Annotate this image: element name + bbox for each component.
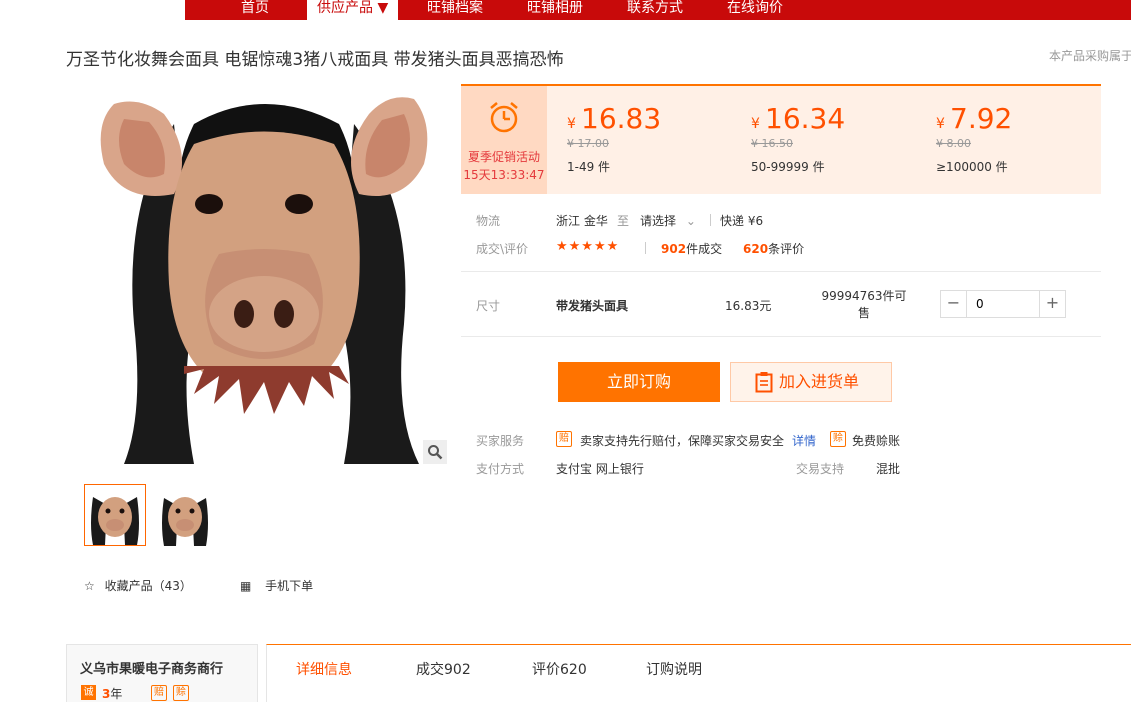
sku-stock: 99994763件可售 <box>821 289 907 320</box>
quantity-range: 1-49 件 <box>567 160 611 174</box>
tab-order-notes[interactable]: 订购说明 <box>646 659 702 679</box>
nav-shop-profile[interactable]: 旺铺档案 <box>427 0 483 17</box>
price-value: 16.83 <box>581 102 662 135</box>
logistics-origin: 浙江 金华 <box>556 214 608 228</box>
favorite-product[interactable]: ☆ 收藏产品（43） <box>84 577 192 594</box>
price-box: 夏季促销活动 15天13:33:47 ¥ 16.83 ¥ 17.00 1-49 … <box>461 84 1101 194</box>
original-price: ¥ 16.50 <box>751 137 793 150</box>
order-now-button[interactable]: 立即订购 <box>558 362 720 402</box>
star-outline-icon: ☆ <box>84 579 95 593</box>
deals-count[interactable]: 902件成交 <box>661 240 722 257</box>
shop-name[interactable]: 义乌市果暖电子商务商行 <box>80 658 223 677</box>
add-to-cart-button[interactable]: 加入进货单 <box>730 362 892 402</box>
chevron-down-icon: ⌄ <box>685 214 696 228</box>
deals-number: 902 <box>661 242 687 256</box>
payment-label: 支付方式 <box>476 462 525 476</box>
section-divider <box>461 336 1101 337</box>
quantity-stepper: − + <box>940 290 1066 318</box>
price-value: 7.92 <box>950 102 1013 135</box>
nav-shop-album[interactable]: 旺铺相册 <box>527 0 583 17</box>
alarm-clock-icon <box>490 102 518 133</box>
deals-suffix: 件成交 <box>686 242 723 256</box>
thumbnail-2[interactable] <box>154 484 216 546</box>
quantity-increase-button[interactable]: + <box>1039 291 1065 317</box>
qrcode-icon: ▦ <box>240 579 252 593</box>
product-title: 万圣节化妆舞会面具 电锯惊魂3猪八戒面具 带发猪头面具恶搞恐怖 <box>66 50 564 70</box>
size-label: 尺寸 <box>476 299 501 313</box>
credit-badge-icon: 赊 <box>173 685 189 701</box>
reviews-suffix: 条评价 <box>768 242 805 256</box>
currency-symbol: ¥ <box>936 116 945 132</box>
add-to-cart-label: 加入进货单 <box>779 372 860 391</box>
nav-contact[interactable]: 联系方式 <box>627 0 683 17</box>
compensation-badge-icon: 赔 <box>556 431 572 447</box>
integrity-badge-icon: 诚 <box>81 685 96 700</box>
zoom-button[interactable] <box>423 440 447 464</box>
detail-tabs: 详细信息 成交902 评价620 订购说明 <box>266 644 1131 702</box>
nav-products[interactable]: 供应产品 ▼ <box>307 0 399 23</box>
destination-label: 请选择 <box>640 214 677 228</box>
divider <box>645 242 646 254</box>
compensation-text: 卖家支持先行赔付，保障买家交易安全 <box>580 434 785 448</box>
quantity-input[interactable] <box>968 291 1038 317</box>
free-credit-text: 免费赊账 <box>852 434 901 448</box>
thumbnail-image <box>154 484 216 546</box>
quantity-range: 50-99999 件 <box>751 160 825 174</box>
shop-years-unit: 年 <box>110 687 123 701</box>
quantity-decrease-button[interactable]: − <box>941 291 967 317</box>
original-price: ¥ 17.00 <box>567 137 609 150</box>
rating-stars: ★★★★★ <box>556 239 620 254</box>
details-link[interactable]: 详情 <box>792 432 816 449</box>
clipboard-icon <box>755 372 773 393</box>
divider <box>710 214 711 226</box>
section-divider <box>461 271 1101 272</box>
sku-name: 带发猪头面具 <box>556 299 629 313</box>
thumbnail-image <box>85 485 145 545</box>
currency-symbol: ¥ <box>567 116 576 132</box>
nav-home[interactable]: 首页 <box>241 0 269 17</box>
mobile-order[interactable]: ▦ 手机下单 <box>240 577 313 594</box>
destination-select[interactable]: 请选择 ⌄ <box>640 212 696 229</box>
nav-inquiry[interactable]: 在线询价 <box>727 0 783 17</box>
price-value: 16.34 <box>765 102 846 135</box>
top-nav: 首页 供应产品 ▼ 旺铺档案 旺铺相册 联系方式 在线询价 <box>185 0 1131 23</box>
currency-symbol: ¥ <box>751 116 760 132</box>
mobile-order-label: 手机下单 <box>265 579 314 593</box>
pig-mask-illustration <box>100 97 428 464</box>
trade-support-value: 混批 <box>876 462 901 476</box>
promo-label: 夏季促销活动 <box>467 150 540 164</box>
logistics-to: 至 <box>617 214 630 228</box>
price-tier-3: ¥ 7.92 ¥ 8.00 ≥100000 件 <box>936 102 1012 175</box>
price-tier-2: ¥ 16.34 ¥ 16.50 50-99999 件 <box>751 102 845 175</box>
main-product-image[interactable] <box>84 84 446 464</box>
sku-price: 16.83元 <box>725 299 772 313</box>
promo-block: 夏季促销活动 15天13:33:47 <box>461 86 547 194</box>
nav-products-label: 供应产品 ▼ <box>317 0 389 16</box>
payment-methods: 支付宝 网上银行 <box>556 462 644 476</box>
thumbnail-1[interactable] <box>84 484 146 546</box>
quantity-range: ≥100000 件 <box>936 160 1008 174</box>
original-price: ¥ 8.00 <box>936 137 971 150</box>
trade-support-label: 交易支持 <box>796 462 845 476</box>
price-tier-1: ¥ 16.83 ¥ 17.00 1-49 件 <box>567 102 661 175</box>
tab-details[interactable]: 详细信息 <box>296 659 352 679</box>
shop-info: 义乌市果暖电子商务商行 诚 3年 赔 赊 <box>66 644 258 702</box>
shipping-fee: 快递 ¥6 <box>720 214 764 228</box>
compensation-badge-icon: 赔 <box>151 685 167 701</box>
tab-reviews[interactable]: 评价620 <box>532 659 587 679</box>
tab-deals[interactable]: 成交902 <box>416 659 471 679</box>
reviews-number: 620 <box>743 242 769 256</box>
services-label: 买家服务 <box>476 434 525 448</box>
credit-badge-icon: 赊 <box>830 431 846 447</box>
rating-label: 成交\评价 <box>476 242 529 256</box>
page: 首页 供应产品 ▼ 旺铺档案 旺铺相册 联系方式 在线询价 万圣节化妆舞会面具 … <box>0 0 1131 702</box>
shop-years: 3年 <box>102 685 122 702</box>
logistics-label: 物流 <box>476 214 501 228</box>
favorite-label: 收藏产品（43） <box>104 579 192 593</box>
magnifier-icon <box>428 445 443 460</box>
right-note: 本产品采购属于 <box>1049 49 1131 63</box>
reviews-count[interactable]: 620条评价 <box>743 240 804 257</box>
promo-countdown: 15天13:33:47 <box>463 168 545 182</box>
